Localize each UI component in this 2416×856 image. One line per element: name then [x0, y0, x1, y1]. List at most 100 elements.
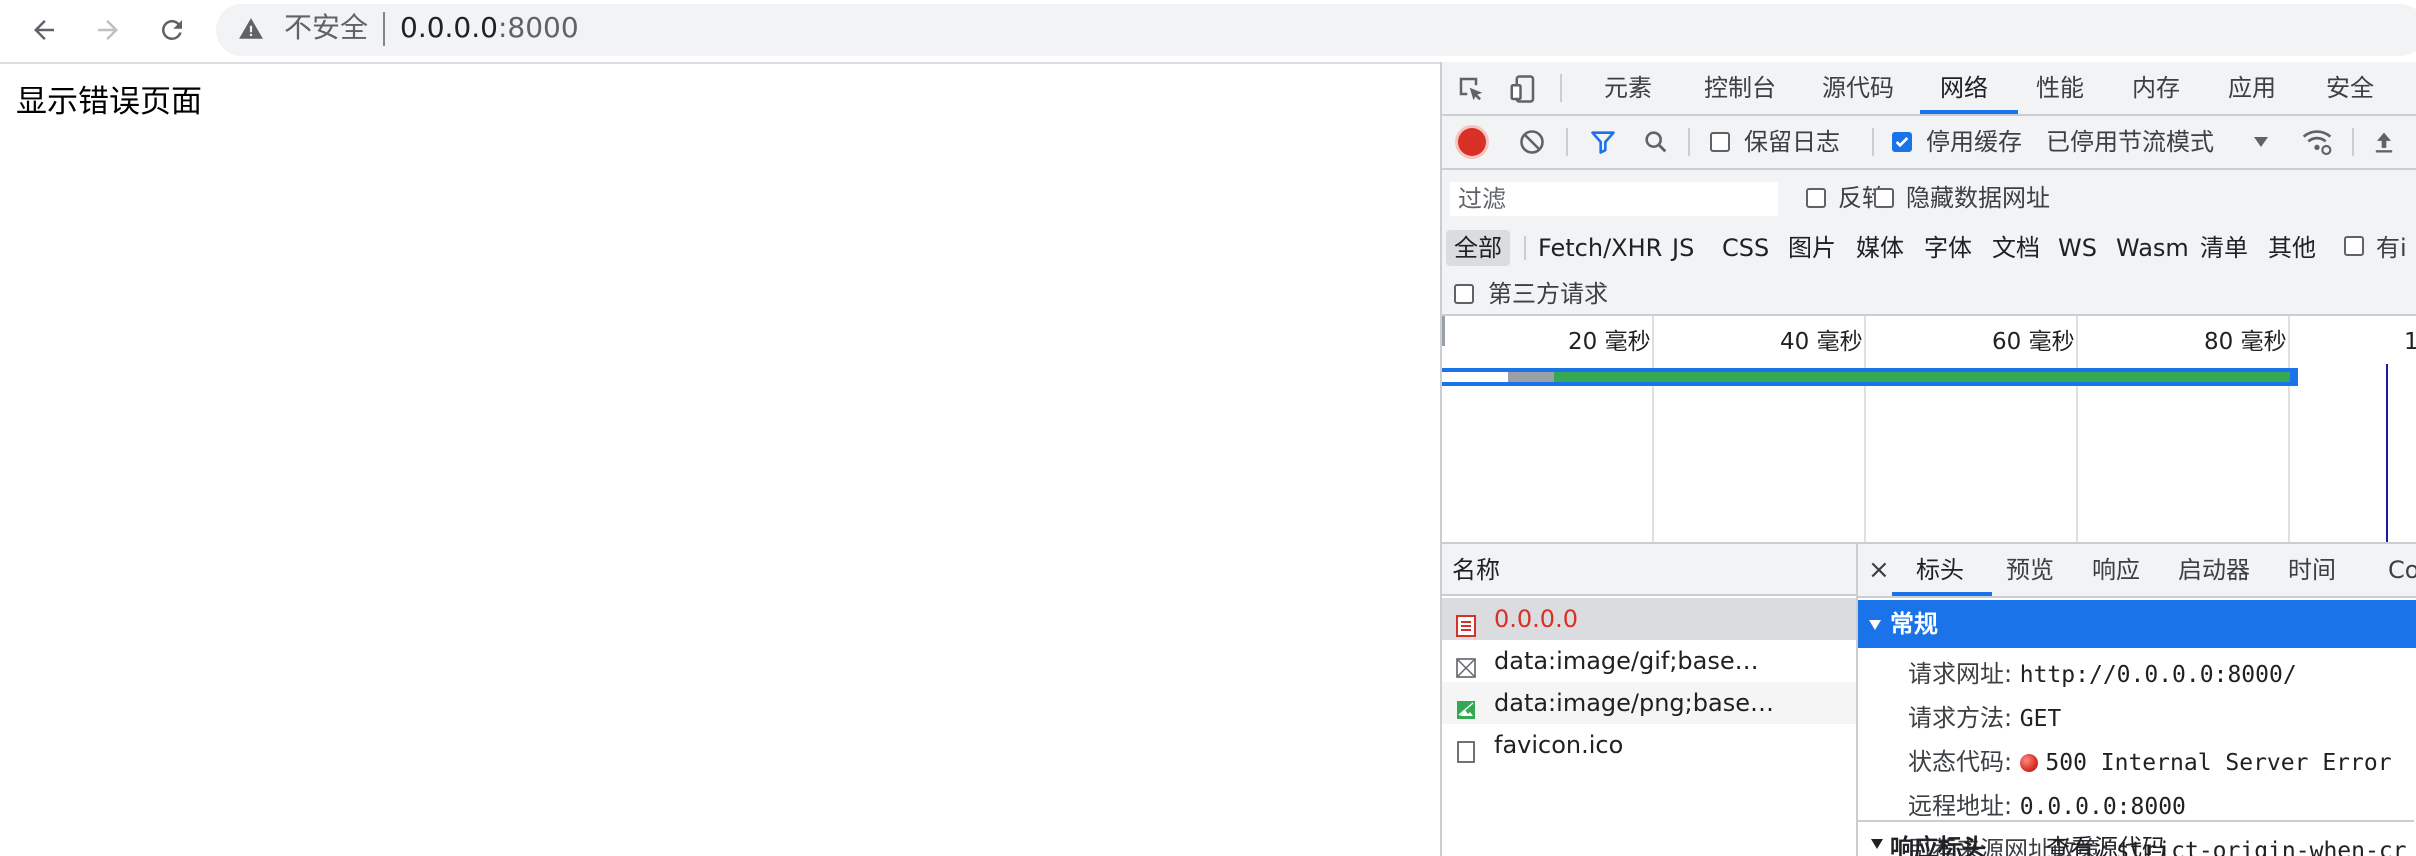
type-filter-js[interactable]: JS: [1672, 230, 1694, 266]
type-divider: [1524, 236, 1526, 260]
search-icon[interactable]: [1642, 128, 1670, 160]
browser-toolbar: 不安全 0.0.0.0:8000: [0, 0, 2416, 64]
timeline-gridline: [1864, 316, 1866, 542]
type-filter-other[interactable]: 其他: [2268, 230, 2316, 266]
tab-response[interactable]: 响应: [2092, 544, 2140, 596]
filter-icon[interactable]: [1588, 128, 1618, 160]
page-body-text: 显示错误页面: [16, 84, 202, 120]
timeline-tick-label: 80 毫秒: [2204, 329, 2287, 355]
back-button[interactable]: [24, 10, 64, 50]
back-arrow-icon: [34, 20, 54, 40]
type-filter-media[interactable]: 媒体: [1856, 230, 1904, 266]
type-filter-font[interactable]: 字体: [1924, 230, 1972, 266]
timeline-tick-label: 1: [2404, 328, 2416, 356]
url-text[interactable]: 0.0.0.0:8000: [400, 8, 579, 48]
type-filter-doc[interactable]: 文档: [1992, 230, 2040, 266]
security-label[interactable]: 不安全: [284, 8, 368, 48]
request-method-value: GET: [2019, 706, 2062, 732]
timeline-start-marker: [1442, 316, 1445, 346]
general-section-header[interactable]: 常规: [1858, 600, 2416, 648]
type-filter-css[interactable]: CSS: [1722, 230, 1769, 266]
type-filter-ws[interactable]: WS: [2058, 230, 2097, 266]
type-filter-fetch-xhr[interactable]: Fetch/XHR: [1538, 230, 1662, 266]
tab-console[interactable]: 控制台: [1704, 62, 1776, 114]
forward-button[interactable]: [88, 10, 128, 50]
active-tab-indicator: [1920, 110, 2018, 114]
dropdown-arrow-icon[interactable]: [2252, 134, 2270, 153]
remote-address-value: 0.0.0.0:8000: [2019, 794, 2186, 820]
reload-icon: [162, 20, 182, 40]
third-party-label[interactable]: 第三方请求: [1488, 278, 1608, 310]
type-filter-wasm[interactable]: Wasm: [2116, 230, 2189, 266]
network-conditions-icon[interactable]: [2300, 126, 2334, 162]
filter-input[interactable]: [1450, 182, 1778, 216]
checkmark-icon: [1895, 137, 1909, 148]
warning-icon[interactable]: [236, 14, 266, 44]
request-name: data:image/gif;base…: [1494, 647, 1759, 675]
inspect-element-icon[interactable]: [1456, 74, 1486, 108]
device-toolbar-icon[interactable]: [1508, 73, 1538, 109]
waterfall-bar-stalled: [1508, 372, 1554, 382]
request-row[interactable]: data:image/png;base…: [1442, 682, 1856, 724]
error-status-icon: [2019, 754, 2038, 772]
invert-checkbox[interactable]: [1806, 188, 1826, 208]
status-code-key: 状态代码:: [1908, 748, 2013, 776]
network-overview[interactable]: 20 毫秒 40 毫秒 60 毫秒 80 毫秒 1: [1442, 316, 2416, 544]
tab-security[interactable]: 安全: [2326, 62, 2374, 114]
forward-arrow-icon: [98, 20, 118, 40]
hide-data-urls-label[interactable]: 隐藏数据网址: [1906, 182, 2050, 214]
url-host: 0.0.0.0: [400, 11, 498, 44]
name-column-header[interactable]: 名称: [1442, 544, 1856, 596]
blocked-cookies-label[interactable]: 有i: [2376, 232, 2407, 264]
hide-data-urls-checkbox[interactable]: [1874, 188, 1894, 208]
tab-timing[interactable]: 时间: [2288, 544, 2336, 596]
blocked-cookies-checkbox[interactable]: [2344, 236, 2364, 256]
close-details-icon[interactable]: ×: [1868, 544, 1890, 596]
preserve-log-label[interactable]: 保留日志: [1744, 126, 1840, 158]
section-divider: [1858, 820, 2414, 822]
third-party-checkbox[interactable]: [1454, 284, 1474, 304]
request-url-key: 请求网址:: [1908, 660, 2013, 688]
reload-button[interactable]: [152, 10, 192, 50]
timeline-gridline: [2288, 316, 2290, 542]
request-list: 名称 0.0.0.0 data:image/gif;base… data:ima…: [1442, 544, 1858, 856]
waterfall-bar-queue: [1442, 372, 1508, 382]
waterfall-bar-waiting: [1554, 372, 2290, 382]
request-row[interactable]: favicon.ico: [1442, 724, 1856, 766]
tab-sources[interactable]: 源代码: [1822, 62, 1894, 114]
view-source-link[interactable]: 查看源代码: [2046, 828, 2166, 856]
general-row-method: 请求方法: GET: [1908, 698, 2061, 739]
devtools-tabbar: 元素 控制台 源代码 网络 性能 内存 应用 安全: [1442, 62, 2416, 116]
tab-performance[interactable]: 性能: [2036, 62, 2084, 114]
filter-bar: 反转 隐藏数据网址 全部 Fetch/XHR JS CSS 图片 媒体 字体 文…: [1442, 170, 2416, 316]
preserve-log-checkbox[interactable]: [1710, 132, 1730, 152]
throttling-select[interactable]: 已停用节流模式: [2046, 126, 2214, 158]
clear-icon[interactable]: [1518, 128, 1546, 160]
import-har-icon[interactable]: [2370, 128, 2398, 160]
active-tab-indicator: [1892, 592, 1992, 596]
tab-elements[interactable]: 元素: [1604, 62, 1652, 114]
request-url-value: http://0.0.0.0:8000/: [2019, 662, 2297, 688]
timeline-tick-label: 20 毫秒: [1568, 329, 1651, 355]
timeline-gridline: [2076, 316, 2078, 542]
disable-cache-checkbox[interactable]: [1892, 132, 1912, 152]
tab-preview[interactable]: 预览: [2006, 544, 2054, 596]
tab-cookies[interactable]: Co: [2388, 544, 2416, 596]
toolbar-divider: [2352, 128, 2354, 156]
toolbar-divider: [1560, 74, 1562, 102]
request-row[interactable]: data:image/gif;base…: [1442, 640, 1856, 682]
tab-application[interactable]: 应用: [2228, 62, 2276, 114]
tab-headers[interactable]: 标头: [1916, 544, 1964, 596]
type-filter-all[interactable]: 全部: [1446, 230, 1510, 266]
tab-network[interactable]: 网络: [1940, 62, 1988, 114]
type-filter-img[interactable]: 图片: [1788, 230, 1836, 266]
request-row[interactable]: 0.0.0.0: [1442, 598, 1856, 640]
tab-initiator[interactable]: 启动器: [2178, 544, 2250, 596]
timeline-tick-label: 40 毫秒: [1780, 329, 1863, 355]
record-icon[interactable]: [1458, 128, 1486, 156]
timeline-gridline: [1652, 316, 1654, 542]
response-headers-section[interactable]: 响应标头 查看源代码: [1870, 828, 2416, 856]
disable-cache-label[interactable]: 停用缓存: [1926, 126, 2022, 158]
tab-memory[interactable]: 内存: [2132, 62, 2180, 114]
type-filter-manifest[interactable]: 清单: [2200, 230, 2248, 266]
